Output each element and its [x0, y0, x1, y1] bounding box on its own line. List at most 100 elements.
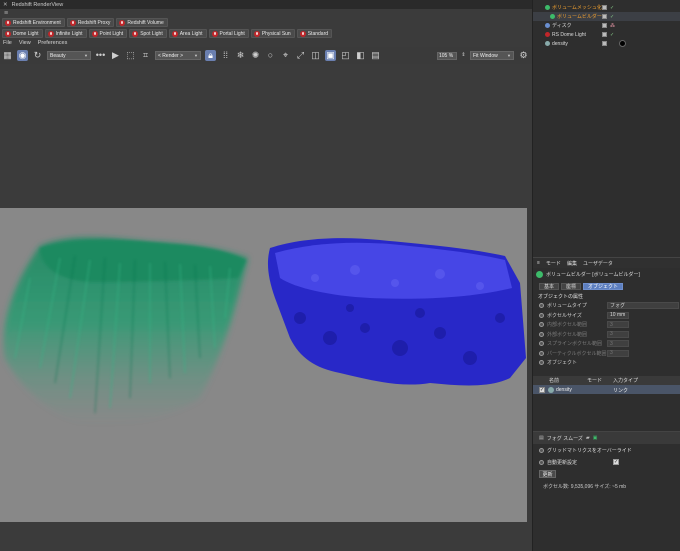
menu-view[interactable]: View — [19, 40, 31, 46]
column-name[interactable]: 名前 — [549, 377, 559, 384]
column-input-type[interactable]: 入力タイプ — [613, 377, 638, 384]
keyframe-radio[interactable] — [539, 341, 544, 347]
volume-type-row: ボリュームタイプ フォグ — [533, 301, 680, 311]
redshift-proxy-button[interactable]: Redshift Proxy — [66, 18, 115, 27]
redshift-icon — [132, 30, 139, 37]
tab-user-data[interactable]: ユーザデータ — [583, 260, 613, 267]
fog-icon[interactable]: ▤ — [539, 435, 544, 441]
focus-icon[interactable]: ⌖ — [280, 50, 291, 61]
dome-light-button[interactable]: Dome Light — [2, 29, 43, 38]
redshift-icon — [69, 19, 76, 26]
fog-smooth-toolbar: ▤ フォグ スムーズ ▰ ▣ — [533, 431, 680, 444]
menu-preferences[interactable]: Preferences — [38, 40, 68, 46]
om-row-volume-mesher[interactable]: ボリュームメッシュ化 ✓ — [533, 3, 680, 12]
standard-material-button[interactable]: Standard — [296, 29, 333, 38]
hamburger-icon[interactable]: ≡ — [537, 260, 540, 266]
tab-object[interactable]: オブジェクト — [583, 282, 624, 290]
tab-mode[interactable]: モード — [546, 260, 561, 267]
render-icon[interactable]: ◉ — [17, 50, 28, 61]
point-light-button[interactable]: Point Light — [88, 29, 128, 38]
om-row-volume-builder[interactable]: ボリュームビルダー ✓ — [533, 12, 680, 21]
close-icon[interactable]: ✕ — [3, 2, 8, 8]
info-row: ボクセル数: 9,535,096 サイズ: ~5 mb — [533, 480, 680, 492]
history-icon[interactable]: ▤ — [370, 50, 381, 61]
snapshot-icon[interactable]: ◰ — [340, 50, 351, 61]
menu-file[interactable]: File — [3, 40, 12, 46]
more-options-icon[interactable]: ••• — [95, 50, 106, 61]
physical-sun-button[interactable]: Physical Sun — [250, 29, 295, 38]
spline-voxel-input[interactable]: 3 — [607, 340, 629, 348]
exterior-voxel-input[interactable]: 3 — [607, 330, 629, 338]
keyframe-radio[interactable] — [539, 447, 544, 453]
visibility-checkbox[interactable] — [602, 32, 607, 37]
expand-icon[interactable]: ⤢ — [295, 50, 306, 61]
auto-update-checkbox[interactable]: ✓ — [613, 459, 619, 465]
voxel-size-row: ボクセルサイズ 10 mm — [533, 311, 680, 321]
clapper-icon[interactable]: ▦ — [2, 50, 13, 61]
play-icon[interactable]: ▶ — [110, 50, 121, 61]
spline-voxel-row: スプラインボクセル範囲 3 — [533, 339, 680, 349]
folder-icon[interactable]: ▰ — [586, 435, 590, 441]
om-row-dome-light[interactable]: RS Dome Light ✓ — [533, 30, 680, 39]
layer-icon[interactable]: ▣ — [593, 435, 598, 441]
tab-coord[interactable]: 座標 — [561, 282, 582, 290]
sun-icon[interactable]: ✺ — [250, 50, 261, 61]
keyframe-radio[interactable] — [539, 303, 544, 309]
fit-icon[interactable]: ◫ — [310, 50, 321, 61]
infinite-light-button[interactable]: Infinite Light — [44, 29, 87, 38]
attribute-manager-header: ≡ モード 編集 ユーザデータ — [533, 257, 680, 268]
visibility-checkbox[interactable] — [602, 41, 607, 46]
particle-voxel-input[interactable]: 3 — [607, 349, 629, 357]
tab-basic[interactable]: 基本 — [539, 282, 560, 290]
fog-smooth-label[interactable]: フォグ スムーズ — [547, 435, 583, 442]
render-output-image — [0, 208, 527, 522]
redshift-environment-button[interactable]: Redshift Environment — [2, 18, 65, 27]
exterior-voxel-row: 外部ボクセル範囲 3 — [533, 330, 680, 340]
hamburger-icon[interactable]: ≡ — [4, 10, 8, 17]
area-light-button[interactable]: Area Light — [168, 29, 207, 38]
aov-select[interactable]: Beauty ▼ — [47, 51, 91, 60]
volume-builder-icon — [550, 14, 555, 19]
enable-checkbox[interactable]: ✓ — [539, 386, 545, 393]
keyframe-radio[interactable] — [539, 360, 544, 366]
redshift-volume-button[interactable]: Redshift Volume — [116, 18, 168, 27]
lock-icon[interactable]: 🔒︎ — [205, 50, 216, 61]
voxel-size-input[interactable]: 10 mm — [607, 311, 629, 319]
circle-icon[interactable]: ○ — [265, 50, 276, 61]
save-icon[interactable]: ▣ — [325, 50, 336, 61]
object-list-row[interactable]: ✓ density リンク — [533, 385, 680, 394]
interior-voxel-input[interactable]: 3 — [607, 321, 629, 329]
fit-select[interactable]: Fit Window ▼ — [470, 51, 514, 60]
stepper-icon[interactable]: ⇕ — [461, 50, 466, 61]
portal-light-button[interactable]: Portal Light — [208, 29, 249, 38]
update-button[interactable]: 更新 — [539, 470, 556, 478]
render-view-window: ✕ Redshift RenderView ≡ Redshift Environ… — [0, 0, 532, 551]
visibility-checkbox[interactable] — [602, 23, 607, 28]
material-tag-icon[interactable] — [619, 40, 626, 47]
lower-section: ▤ フォグ スムーズ ▰ ▣ グリッドマトリクスをオーバーライド 自動更新設定 … — [533, 431, 680, 492]
tab-edit[interactable]: 編集 — [567, 260, 577, 267]
camera-select[interactable]: < Render > ▼ — [155, 51, 201, 60]
keyframe-radio[interactable] — [539, 459, 544, 465]
render-image — [3, 237, 526, 425]
compare-icon[interactable]: ◧ — [355, 50, 366, 61]
grid-icon[interactable]: ⁞⁞ — [220, 50, 231, 61]
crop-icon[interactable]: ⌗ — [140, 50, 151, 61]
column-mode[interactable]: モード — [587, 377, 602, 384]
om-row-density[interactable]: density — [533, 39, 680, 48]
gear-icon[interactable]: ⚙ — [518, 50, 529, 61]
keyframe-radio[interactable] — [539, 322, 544, 328]
keyframe-radio[interactable] — [539, 312, 544, 318]
keyframe-radio[interactable] — [539, 350, 544, 356]
snowflake-icon[interactable]: ❄ — [235, 50, 246, 61]
visibility-checkbox[interactable] — [602, 5, 607, 10]
volume-mesher-icon — [545, 5, 550, 10]
om-row-disc[interactable]: ディスク ⁂ — [533, 21, 680, 30]
region-icon[interactable]: ⬚ — [125, 50, 136, 61]
spot-light-button[interactable]: Spot Light — [129, 29, 167, 38]
refresh-icon[interactable]: ↻ — [32, 50, 43, 61]
zoom-input[interactable]: 105 % — [437, 51, 457, 60]
keyframe-radio[interactable] — [539, 331, 544, 337]
visibility-checkbox[interactable] — [602, 14, 607, 19]
volume-type-select[interactable]: フォグ — [607, 302, 679, 310]
